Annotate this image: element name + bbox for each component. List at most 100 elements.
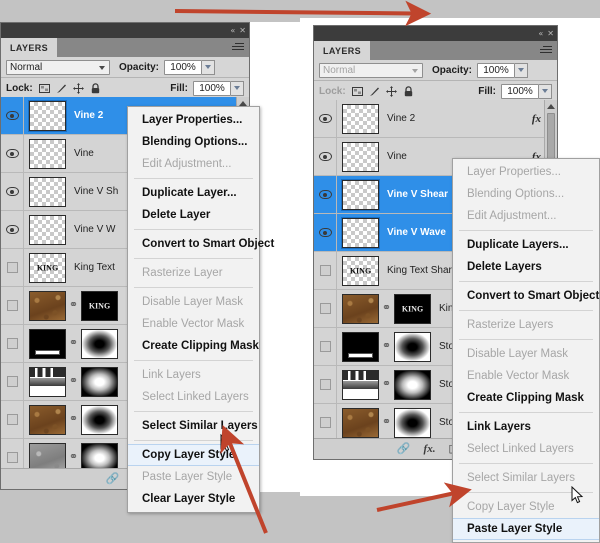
layer-visibility-toggle[interactable] <box>1 287 24 324</box>
menu-item[interactable]: Copy Layer Style <box>128 444 259 466</box>
layer-thumbnail[interactable] <box>29 404 66 435</box>
layer-thumbnail-group[interactable]: ⚭ <box>337 407 431 438</box>
blend-mode-select[interactable]: Normal <box>6 59 110 75</box>
menu-item[interactable]: Paste Layer Style <box>453 518 599 540</box>
lock-buttons[interactable] <box>351 85 414 97</box>
layer-thumbnail[interactable] <box>342 103 379 134</box>
tab-layers[interactable]: LAYERS <box>314 41 371 60</box>
layer-mask-thumbnail[interactable] <box>81 290 118 321</box>
lock-transparent-pixels-icon[interactable] <box>38 83 50 94</box>
layer-visibility-toggle[interactable] <box>314 252 337 289</box>
scroll-up-arrow-icon[interactable] <box>545 100 557 112</box>
mask-link-icon[interactable]: ⚭ <box>69 375 78 388</box>
layer-mask-thumbnail[interactable] <box>81 442 118 468</box>
layer-thumbnail[interactable] <box>342 141 379 172</box>
mask-link-icon[interactable]: ⚭ <box>69 299 78 312</box>
layer-visibility-toggle[interactable] <box>314 290 337 327</box>
opacity-stepper[interactable] <box>515 62 529 78</box>
layer-thumbnail[interactable] <box>342 331 379 362</box>
opacity-input[interactable]: 100% <box>164 59 203 75</box>
menu-item[interactable]: Blending Options... <box>128 131 259 153</box>
fill-input[interactable]: 100% <box>501 83 539 99</box>
mask-link-icon[interactable]: ⚭ <box>382 416 391 429</box>
layer-mask-thumbnail[interactable] <box>394 369 431 400</box>
layer-thumbnail[interactable] <box>29 138 66 169</box>
layer-thumbnail[interactable] <box>29 290 66 321</box>
mask-link-icon[interactable]: ⚭ <box>69 413 78 426</box>
opacity-input[interactable]: 100% <box>477 62 516 78</box>
lock-position-move-icon[interactable] <box>72 82 84 94</box>
mask-link-icon[interactable]: ⚭ <box>69 451 78 464</box>
lock-image-pixels-brush-icon[interactable] <box>56 83 67 94</box>
layer-thumbnail-group[interactable] <box>337 103 379 134</box>
collapse-icon[interactable]: « <box>230 26 235 35</box>
layer-thumbnail-group[interactable] <box>24 252 66 283</box>
layer-thumbnail[interactable] <box>29 442 66 468</box>
layer-thumbnail-group[interactable] <box>337 178 380 211</box>
layer-visibility-eye-icon[interactable] <box>314 138 337 175</box>
layer-thumbnail[interactable] <box>29 366 66 397</box>
blend-mode-select[interactable]: Normal <box>319 62 423 78</box>
layer-thumbnail[interactable] <box>342 407 379 438</box>
layer-thumbnail-group[interactable] <box>337 255 379 286</box>
layer-mask-thumbnail[interactable] <box>394 331 431 362</box>
collapse-icon[interactable]: « <box>538 29 543 38</box>
layer-visibility-eye-icon[interactable] <box>314 214 337 251</box>
layer-thumbnail-group[interactable] <box>24 214 66 245</box>
layer-thumbnail[interactable] <box>341 216 380 249</box>
layer-visibility-toggle[interactable] <box>1 249 24 286</box>
menu-item[interactable]: Link Layers <box>453 416 599 438</box>
panel-menu-icon[interactable] <box>232 43 244 52</box>
layer-visibility-toggle[interactable] <box>1 439 24 468</box>
layer-thumbnail[interactable] <box>29 252 66 283</box>
layer-mask-thumbnail[interactable] <box>394 407 431 438</box>
layer-thumbnail-group[interactable]: ⚭ <box>24 366 118 397</box>
layer-thumbnail-group[interactable]: ⚭ <box>24 290 118 321</box>
layer-thumbnail-group[interactable] <box>337 216 380 249</box>
mask-link-icon[interactable]: ⚭ <box>69 337 78 350</box>
add-layer-style-fx-icon[interactable]: fx. <box>424 443 436 455</box>
layer-thumbnail-group[interactable] <box>24 176 66 207</box>
panel-menu-icon[interactable] <box>540 46 552 55</box>
layer-visibility-eye-icon[interactable] <box>1 173 24 210</box>
fill-input[interactable]: 100% <box>193 80 231 96</box>
link-layers-icon[interactable]: 🔗 <box>106 473 120 485</box>
menu-item[interactable]: Delete Layers <box>453 256 599 278</box>
layer-mask-thumbnail[interactable] <box>394 293 431 324</box>
layer-mask-thumbnail[interactable] <box>81 404 118 435</box>
layer-mask-thumbnail[interactable] <box>81 366 118 397</box>
close-icon[interactable]: ✕ <box>239 26 246 35</box>
layer-thumbnail-group[interactable] <box>24 99 67 132</box>
layer-visibility-toggle[interactable] <box>314 328 337 365</box>
left-layer-context-menu[interactable]: Layer Properties... Blending Options... Ed… <box>127 106 274 513</box>
mask-link-icon[interactable]: ⚭ <box>382 340 391 353</box>
menu-item[interactable]: Create Clipping Mask <box>128 335 259 357</box>
layer-thumbnail[interactable] <box>28 99 67 132</box>
fx-icon[interactable]: fx <box>532 113 541 125</box>
menu-item[interactable]: Select Similar Layers <box>128 415 259 437</box>
mask-link-icon[interactable]: ⚭ <box>382 378 391 391</box>
layer-visibility-eye-icon[interactable] <box>1 135 24 172</box>
menu-item[interactable]: Delete Layer <box>128 204 259 226</box>
menu-item[interactable]: Clear Layer Style <box>128 488 259 510</box>
lock-image-pixels-brush-icon[interactable] <box>369 86 380 97</box>
lock-position-move-icon[interactable] <box>385 85 397 97</box>
lock-transparent-pixels-icon[interactable] <box>351 86 363 97</box>
link-layers-icon[interactable]: 🔗 <box>397 443 411 455</box>
layer-thumbnail[interactable] <box>342 369 379 400</box>
layer-visibility-toggle[interactable] <box>314 366 337 403</box>
menu-item[interactable]: Layer Properties... <box>128 109 259 131</box>
layer-visibility-toggle[interactable] <box>314 404 337 438</box>
layer-thumbnail-group[interactable]: ⚭ <box>24 442 118 468</box>
layer-thumbnail[interactable] <box>29 328 66 359</box>
layer-visibility-toggle[interactable] <box>1 325 24 362</box>
lock-all-padlock-icon[interactable] <box>403 85 414 97</box>
layer-visibility-toggle[interactable] <box>1 401 24 438</box>
layer-thumbnail[interactable] <box>341 178 380 211</box>
menu-item[interactable]: Convert to Smart Object <box>453 285 599 307</box>
mask-link-icon[interactable]: ⚭ <box>382 302 391 315</box>
layer-visibility-eye-icon[interactable] <box>314 176 337 213</box>
close-icon[interactable]: ✕ <box>547 29 554 38</box>
layer-thumbnail[interactable] <box>29 214 66 245</box>
layer-visibility-eye-icon[interactable] <box>314 100 337 137</box>
